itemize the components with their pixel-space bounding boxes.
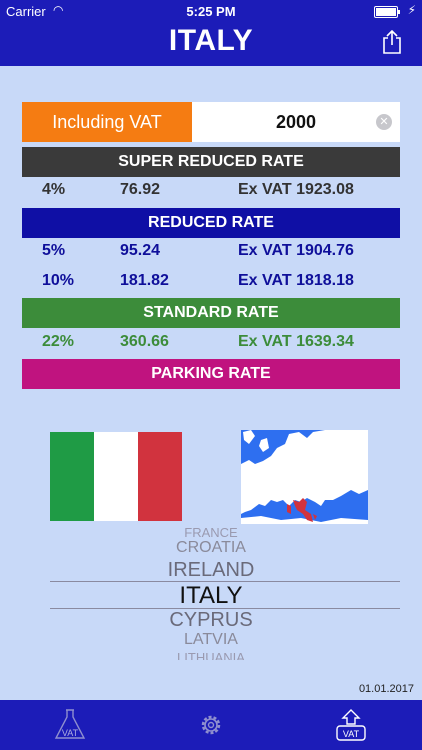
rate-row: 5% 95.24 Ex VAT 1904.76 (22, 236, 400, 266)
vat-amount: 95.24 (120, 242, 161, 259)
tab-left-label: VAT (62, 728, 79, 738)
rate-row: 22% 360.66 Ex VAT 1639.34 (22, 327, 400, 357)
status-bar: Carrier ◠ 5:25 PM ⚡ (0, 0, 422, 22)
flask-vat-icon[interactable]: VAT (52, 708, 88, 742)
rates-date: 01.01.2017 (358, 683, 414, 695)
rate-row: 10% 181.82 Ex VAT 1818.18 (22, 266, 400, 296)
rate-row: 4% 76.92 Ex VAT 1923.08 (22, 175, 400, 205)
super-reduced-rate-header: SUPER REDUCED RATE (22, 147, 400, 177)
country-picker[interactable]: FRANCE CROATIA IRELAND ITALY CYPRUS LATV… (0, 524, 422, 660)
including-vat-button[interactable]: Including VAT (22, 102, 192, 142)
vat-amount: 76.92 (120, 181, 161, 198)
clock: 5:25 PM (186, 4, 236, 19)
calculator-row: Including VAT 2000 ✕ (22, 102, 400, 142)
share-icon[interactable] (382, 30, 402, 54)
charging-icon: ⚡ (407, 3, 416, 17)
flag-stripe-white (94, 432, 138, 521)
rate-percent: 4% (42, 181, 66, 198)
ex-vat-amount: Ex VAT 1639.34 (238, 333, 354, 350)
nav-bar: Carrier ◠ 5:25 PM ⚡ ITALY (0, 0, 422, 66)
gear-icon[interactable] (193, 708, 229, 742)
page-title: ITALY (168, 24, 254, 57)
picker-selected-item[interactable]: ITALY (0, 582, 422, 610)
standard-rate-header: STANDARD RATE (22, 298, 400, 328)
amount-value: 2000 (275, 112, 317, 132)
picker-item[interactable]: LATVIA (0, 631, 422, 649)
vat-amount: 360.66 (120, 333, 169, 350)
italy-flag (50, 432, 182, 521)
battery-icon (374, 6, 400, 18)
picker-item[interactable]: IRELAND (0, 559, 422, 582)
picker-item[interactable]: CROATIA (0, 539, 422, 557)
tab-bar: VAT VAT (0, 700, 422, 750)
picker-item[interactable]: FRANCE (0, 525, 422, 537)
picker-item[interactable]: CYPRUS (0, 609, 422, 632)
vat-amount: 181.82 (120, 272, 169, 289)
flag-stripe-green (50, 432, 94, 521)
amount-input[interactable]: 2000 ✕ (192, 102, 400, 142)
rate-percent: 10% (42, 272, 75, 289)
parking-rate-header: PARKING RATE (22, 359, 400, 389)
clear-icon[interactable]: ✕ (376, 114, 392, 130)
rate-percent: 5% (42, 242, 66, 259)
rate-percent: 22% (42, 333, 75, 350)
ex-vat-amount: Ex VAT 1818.18 (238, 272, 354, 289)
reduced-rate-header: REDUCED RATE (22, 208, 400, 238)
picker-item[interactable]: LITHUANIA (0, 650, 422, 660)
flag-stripe-red (138, 432, 182, 521)
tab-right-label: VAT (343, 729, 360, 739)
ex-vat-amount: Ex VAT 1923.08 (238, 181, 354, 198)
ex-vat-amount: Ex VAT 1904.76 (238, 242, 354, 259)
upload-vat-icon[interactable]: VAT (333, 708, 369, 742)
europe-map (241, 430, 368, 524)
